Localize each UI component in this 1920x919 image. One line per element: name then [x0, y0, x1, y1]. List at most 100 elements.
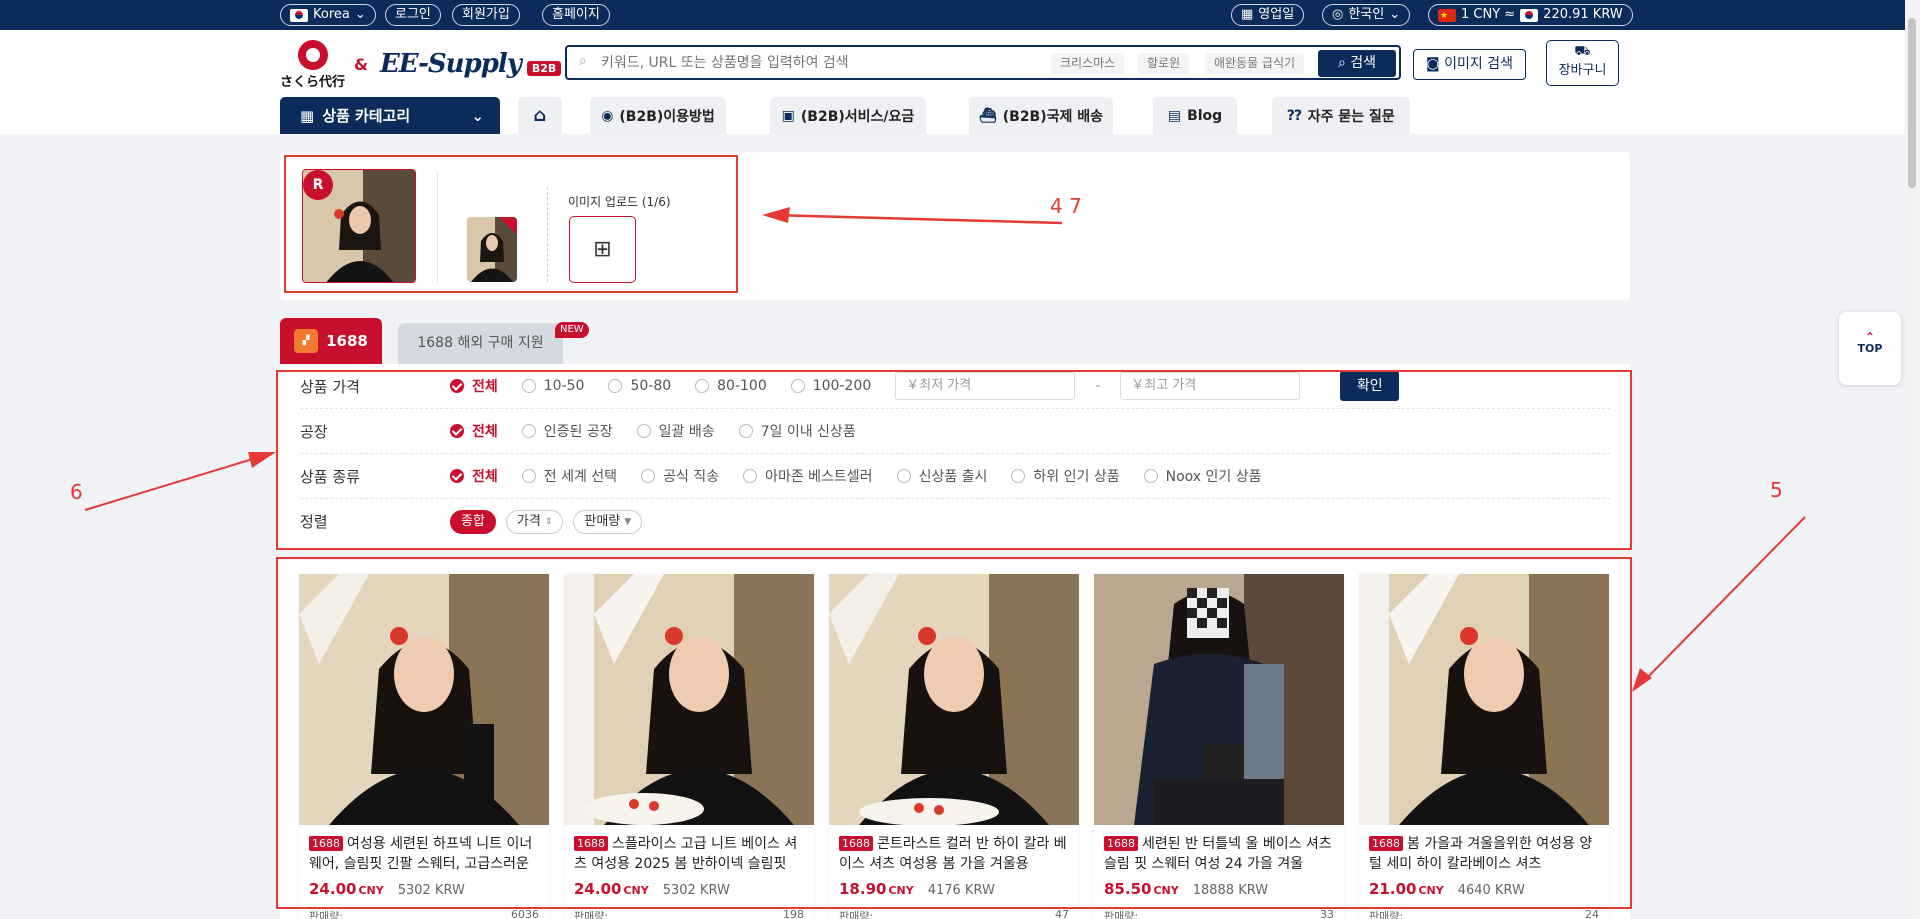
back-to-top-button[interactable]: ⌃ TOP: [1839, 312, 1901, 385]
product-title: 1688 봄 가을과 겨울을위한 여성용 양털 세미 하이 칼라베이스 셔츠: [1369, 834, 1601, 874]
nav-item-blog[interactable]: ▤ Blog: [1153, 97, 1237, 134]
type-option-all[interactable]: 전체: [450, 466, 498, 486]
currency-rate[interactable]: 1 CNY ≈ 220.91 KRW: [1428, 4, 1633, 26]
product-title-text: 세련된 반 터틀넥 울 베이스 셔츠 슬림 핏 스웨터 여성 24 가을 겨울: [1104, 836, 1332, 872]
cart-button[interactable]: ⛟ 장바구니: [1546, 40, 1619, 86]
option-label: 50-80: [630, 378, 672, 394]
caret-down-icon: ▼: [624, 516, 632, 527]
price-option-50-80[interactable]: 50-80: [608, 378, 671, 394]
logo-amp: &: [354, 54, 368, 74]
factory-option-certified[interactable]: 인증된 공장: [521, 421, 613, 441]
logo[interactable]: さくら代行 & EE-Supply B2B: [280, 38, 562, 90]
price-value: 18.90: [839, 880, 887, 898]
min-price-input[interactable]: ￥최저 가격: [895, 372, 1076, 400]
type-option-noox[interactable]: Noox 인기 상품: [1143, 466, 1262, 486]
category-menu[interactable]: ▦ 상품 카테고리 ⌄: [280, 97, 500, 134]
factory-option-new7[interactable]: 7일 이내 신상품: [738, 421, 856, 441]
search-tag-christmas[interactable]: 크리스마스: [1051, 53, 1125, 74]
type-option-new[interactable]: 신상품 출시: [896, 466, 987, 486]
type-option-popular[interactable]: 하위 인기 상품: [1011, 466, 1120, 486]
nav-item-label: (B2B)서비스/요금: [800, 108, 915, 125]
option-label: 7일 이내 신상품: [760, 424, 856, 440]
price-option-100-200[interactable]: 100-200: [790, 378, 872, 394]
confirm-button[interactable]: 확인: [1340, 371, 1400, 401]
uploaded-image-main[interactable]: R: [302, 169, 416, 283]
price-currency: CNY: [888, 884, 914, 897]
product-title: 1688 여성용 세련된 하프넥 니트 이너웨어, 슬림핏 긴팔 스웨터, 고급스…: [309, 834, 541, 874]
tab-overseas-purchase[interactable]: 1688 해외 구매 지원: [398, 323, 563, 364]
add-image-button[interactable]: ⊞: [569, 216, 636, 283]
signup-label: 회원가입: [462, 7, 510, 22]
grid-icon: ▦: [300, 106, 315, 125]
sakura-logo: さくら代行: [280, 38, 350, 90]
homepage-link[interactable]: 홈페이지: [542, 4, 610, 26]
product-card[interactable]: 1688 봄 가을과 겨울을위한 여성용 양털 세미 하이 칼라베이스 셔츠 21…: [1359, 574, 1609, 919]
search-button[interactable]: ⌕ 검색: [1318, 50, 1396, 77]
country-selector[interactable]: Korea ⌄: [280, 4, 376, 26]
factory-option-all[interactable]: 전체: [450, 421, 498, 441]
option-label: Noox 인기 상품: [1165, 469, 1262, 485]
price-value: 21.00: [1369, 880, 1417, 898]
max-price-input[interactable]: ￥최고 가격: [1120, 372, 1301, 400]
product-card[interactable]: 1688 스플라이스 고급 니트 베이스 셔츠 여성용 2025 봄 반하이넥 슬…: [564, 574, 814, 919]
tab-1688[interactable]: ▞ 1688: [280, 318, 382, 364]
business-day-link[interactable]: ▦ 영업일: [1231, 4, 1305, 26]
uploaded-image-crop[interactable]: [467, 217, 517, 282]
nav-item-faq[interactable]: ⁇ 자주 묻는 질문: [1272, 97, 1410, 134]
login-link[interactable]: 로그인: [385, 4, 441, 26]
divider: [437, 172, 438, 282]
product-card[interactable]: 1688 세련된 반 터틀넥 울 베이스 셔츠 슬림 핏 스웨터 여성 24 가을…: [1094, 574, 1344, 919]
option-label: 일괄 배송: [658, 424, 715, 440]
selected-corner-icon: [499, 217, 517, 235]
option-label: 100-200: [812, 378, 872, 394]
nav-home[interactable]: ⌂: [518, 97, 562, 134]
language-selector[interactable]: ◎ 한국인 ⌄: [1322, 4, 1411, 26]
sort-label: 종합: [461, 513, 485, 529]
cart-label: 장바구니: [1558, 63, 1607, 78]
annotation-arrow-products: [1639, 516, 1806, 686]
price-krw: 4176 KRW: [927, 883, 995, 898]
sales-value: 6036: [511, 908, 539, 919]
price-krw: 18888 KRW: [1192, 883, 1269, 898]
price-option-10-50[interactable]: 10-50: [521, 378, 584, 394]
sort-overall-button[interactable]: 종합: [450, 509, 496, 534]
sort-price-button[interactable]: 가격 ⇕: [505, 509, 564, 534]
nav-item-label: (B2B)이용방법: [619, 108, 715, 125]
product-price: 18.90 CNY 4176 KRW: [839, 880, 995, 898]
factory-option-bulk[interactable]: 일괄 배송: [636, 421, 715, 441]
korea-flag-icon: [290, 8, 308, 22]
type-option-global[interactable]: 전 세계 선택: [521, 466, 617, 486]
option-label: 전체: [472, 469, 498, 485]
type-option-amazon[interactable]: 아마존 베스트셀러: [743, 466, 873, 486]
scrollbar-thumb[interactable]: [1908, 18, 1916, 188]
sort-sales-button[interactable]: 판매량 ▼: [573, 509, 643, 534]
nav-item-usage[interactable]: ◉ (B2B)이용방법: [590, 97, 726, 134]
price-option-all[interactable]: 전체: [450, 376, 498, 396]
type-option-official[interactable]: 공식 직송: [641, 466, 719, 486]
image-search-button[interactable]: ◙ 이미지 검색: [1413, 49, 1526, 80]
signup-link[interactable]: 회원가입: [452, 4, 520, 26]
language-label: 한국인: [1348, 7, 1385, 22]
price-krw: 5302 KRW: [397, 883, 465, 898]
search-input[interactable]: [601, 52, 1041, 74]
search-tag-halloween[interactable]: 할로윈: [1138, 53, 1190, 74]
radio-icon: [521, 424, 536, 438]
nav-item-shipping[interactable]: ⛴ (B2B)국제 배송: [969, 97, 1113, 134]
sales-label: 판매량:: [309, 910, 344, 919]
nav-item-label: 자주 묻는 질문: [1307, 108, 1395, 125]
product-photo: [1359, 574, 1609, 825]
business-day-label: 영업일: [1258, 7, 1295, 22]
filter-label: 상품 종류: [300, 467, 360, 486]
price-option-80-100[interactable]: 80-100: [695, 378, 767, 394]
product-card[interactable]: 1688 여성용 세련된 하프넥 니트 이너웨어, 슬림핏 긴팔 스웨터, 고급스…: [299, 574, 549, 919]
nav-item-service[interactable]: ▣ (B2B)서비스/요금: [770, 97, 926, 134]
radio-icon: [896, 469, 911, 483]
product-photo: [564, 574, 814, 825]
product-card[interactable]: 1688 콘트라스트 컬러 반 하이 칼라 베이스 셔츠 여성용 봄 가을 겨울용…: [829, 574, 1079, 919]
sort-label: 가격: [516, 513, 541, 529]
rakuten-badge-icon: R: [303, 170, 333, 200]
logo-text: さくら代行: [280, 75, 346, 90]
chevron-up-icon: ⌃: [1864, 330, 1876, 344]
search-tag-pet-feeder[interactable]: 애완동물 급식기: [1205, 53, 1305, 74]
product-title: 1688 콘트라스트 컬러 반 하이 칼라 베이스 셔츠 여성용 봄 가을 겨울용: [839, 834, 1071, 874]
